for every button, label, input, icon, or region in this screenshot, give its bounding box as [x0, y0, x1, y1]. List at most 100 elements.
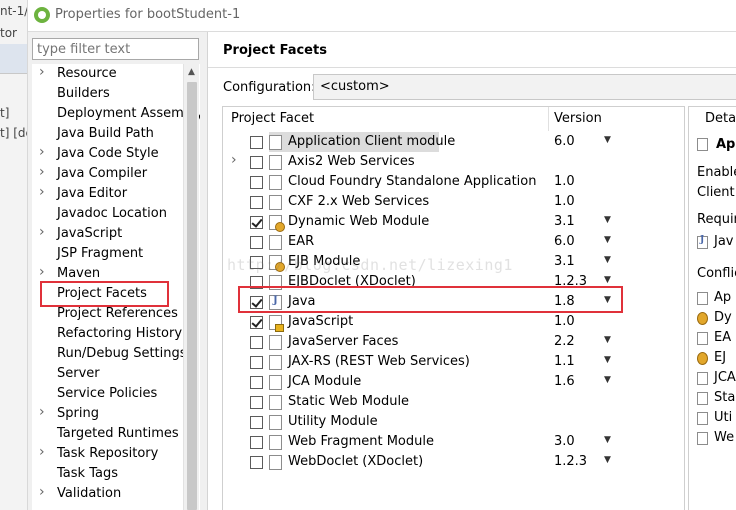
facet-version[interactable]: 3.1	[554, 254, 575, 269]
nav-item[interactable]: › Spring	[32, 404, 182, 424]
facet-facet-icon	[269, 375, 282, 390]
nav-item[interactable]: Run/Debug Settings	[32, 344, 187, 364]
configuration-combo[interactable]: <custom>	[313, 74, 736, 100]
conflicts-item: Ap	[714, 290, 732, 305]
column-separator[interactable]	[548, 107, 549, 131]
facet-version[interactable]: 6.0	[554, 234, 575, 249]
facet-name: JAX-RS (REST Web Services)	[288, 354, 470, 369]
facet-row[interactable]: EJB Module 3.1 ▼	[223, 252, 684, 272]
column-header-project-facet[interactable]: Project Facet	[231, 111, 314, 126]
nav-item[interactable]: JSP Fragment	[32, 244, 182, 264]
facet-row[interactable]: Dynamic Web Module 3.1 ▼	[223, 212, 684, 232]
facet-checkbox[interactable]	[250, 436, 263, 449]
nav-item[interactable]: › Validation	[32, 484, 182, 504]
version-dropdown-icon[interactable]: ▼	[604, 435, 611, 445]
version-dropdown-icon[interactable]: ▼	[604, 235, 611, 245]
chevron-right-icon[interactable]: ›	[39, 144, 45, 160]
nav-item[interactable]: › Task Repository	[32, 444, 182, 464]
window-title: Properties for bootStudent-1	[55, 7, 241, 22]
chevron-right-icon[interactable]: ›	[39, 164, 45, 180]
scrollbar-thumb[interactable]	[187, 82, 197, 510]
facet-row[interactable]: Application Client module 6.0 ▼	[223, 132, 684, 152]
facet-facet-icon	[269, 175, 282, 190]
facet-checkbox[interactable]	[250, 316, 263, 329]
facet-checkbox[interactable]	[250, 396, 263, 409]
version-dropdown-icon[interactable]: ▼	[604, 455, 611, 465]
facet-checkbox[interactable]	[250, 136, 263, 149]
chevron-right-icon[interactable]: ›	[39, 184, 45, 200]
facet-checkbox[interactable]	[250, 236, 263, 249]
chevron-right-icon[interactable]: ›	[231, 152, 237, 168]
facet-row[interactable]: › Axis2 Web Services	[223, 152, 684, 172]
facet-row[interactable]: JavaServer Faces 2.2 ▼	[223, 332, 684, 352]
facet-version[interactable]: 1.2.3	[554, 454, 587, 469]
nav-item[interactable]: Builders	[32, 84, 182, 104]
facet-checkbox[interactable]	[250, 156, 263, 169]
tree-scrollbar[interactable]: ▲	[183, 64, 199, 510]
version-dropdown-icon[interactable]: ▼	[604, 375, 611, 385]
chevron-right-icon[interactable]: ›	[39, 64, 45, 80]
nav-item[interactable]: › Java Compiler	[32, 164, 182, 184]
facet-row[interactable]: Web Fragment Module 3.0 ▼	[223, 432, 684, 452]
facet-version[interactable]: 6.0	[554, 134, 575, 149]
chevron-right-icon[interactable]: ›	[39, 444, 45, 460]
gear-facet-icon	[697, 352, 708, 365]
nav-item[interactable]: Targeted Runtimes	[32, 424, 182, 444]
version-dropdown-icon[interactable]: ▼	[604, 355, 611, 365]
nav-item[interactable]: Server	[32, 364, 182, 384]
facet-name: EAR	[288, 234, 315, 249]
chevron-right-icon[interactable]: ›	[39, 404, 45, 420]
facet-row[interactable]: WebDoclet (XDoclet) 1.2.3 ▼	[223, 452, 684, 472]
nav-item[interactable]: Project References	[32, 304, 182, 324]
nav-item[interactable]: Task Tags	[32, 464, 182, 484]
version-dropdown-icon[interactable]: ▼	[604, 255, 611, 265]
facet-checkbox[interactable]	[250, 336, 263, 349]
facet-checkbox[interactable]	[250, 356, 263, 369]
facet-checkbox[interactable]	[250, 416, 263, 429]
facet-checkbox[interactable]	[250, 376, 263, 389]
nav-item[interactable]: Service Policies	[32, 384, 182, 404]
nav-item[interactable]: Javadoc Location	[32, 204, 182, 224]
nav-item[interactable]: › JavaScript	[32, 224, 182, 244]
page-title: Project Facets	[223, 43, 327, 58]
facet-version[interactable]: 2.2	[554, 334, 575, 349]
facet-checkbox[interactable]	[250, 256, 263, 269]
header-divider	[208, 67, 736, 68]
version-dropdown-icon[interactable]: ▼	[604, 275, 611, 285]
chevron-right-icon[interactable]: ›	[39, 484, 45, 500]
scroll-up-arrow-icon[interactable]: ▲	[188, 67, 195, 77]
facet-row[interactable]: JAX-RS (REST Web Services) 1.1 ▼	[223, 352, 684, 372]
facet-checkbox[interactable]	[250, 176, 263, 189]
version-dropdown-icon[interactable]: ▼	[604, 215, 611, 225]
facet-row[interactable]: JavaScript 1.0	[223, 312, 684, 332]
filter-input[interactable]	[32, 38, 199, 60]
nav-item[interactable]: Java Build Path	[32, 124, 182, 144]
chevron-right-icon[interactable]: ›	[39, 264, 45, 280]
facet-row[interactable]: Utility Module	[223, 412, 684, 432]
column-header-version[interactable]: Version	[554, 111, 602, 126]
conflicts-label: Conflict	[697, 266, 736, 281]
facet-row[interactable]: CXF 2.x Web Services 1.0	[223, 192, 684, 212]
facet-checkbox[interactable]	[250, 456, 263, 469]
nav-item[interactable]: Deployment Assembly	[32, 104, 200, 124]
version-dropdown-icon[interactable]: ▼	[604, 335, 611, 345]
facet-version[interactable]: 1.1	[554, 354, 575, 369]
nav-item[interactable]: › Java Code Style	[32, 144, 182, 164]
nav-item[interactable]: Refactoring History	[32, 324, 182, 344]
chevron-right-icon[interactable]: ›	[39, 224, 45, 240]
nav-item[interactable]: › Resource	[32, 64, 182, 84]
facet-row[interactable]: JCA Module 1.6 ▼	[223, 372, 684, 392]
facet-checkbox[interactable]	[250, 196, 263, 209]
facet-row[interactable]: Static Web Module	[223, 392, 684, 412]
facet-row[interactable]: EAR 6.0 ▼	[223, 232, 684, 252]
facet-version: 1.0	[554, 314, 575, 329]
facet-row[interactable]: Cloud Foundry Standalone Application 1.0	[223, 172, 684, 192]
nav-item[interactable]: › Java Editor	[32, 184, 182, 204]
facet-checkbox[interactable]	[250, 216, 263, 229]
facet-version[interactable]: 3.0	[554, 434, 575, 449]
facet-version[interactable]: 3.1	[554, 214, 575, 229]
conflicts-item: Dy	[714, 310, 732, 325]
version-dropdown-icon[interactable]: ▼	[604, 135, 611, 145]
facet-version[interactable]: 1.6	[554, 374, 575, 389]
conflicts-item: Uti	[714, 410, 733, 425]
